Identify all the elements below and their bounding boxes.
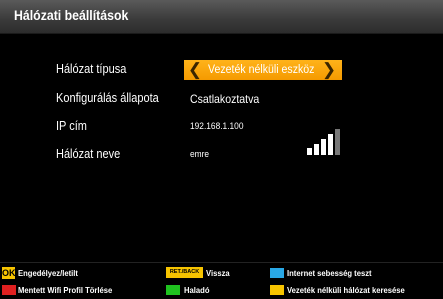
blue-key-icon xyxy=(270,268,284,278)
advanced-hint[interactable]: Haladó xyxy=(184,285,210,295)
red-key-icon xyxy=(2,285,16,295)
internet-speed-test-hint[interactable]: Internet sebesség teszt xyxy=(287,268,372,278)
network-type-label: Hálózat típusa xyxy=(56,62,127,76)
chevron-left-icon[interactable]: ❮ xyxy=(186,60,204,80)
back-hint[interactable]: Vissza xyxy=(206,268,230,278)
yellow-key-icon xyxy=(270,285,284,295)
back-key-icon: RET./BACK xyxy=(166,267,203,278)
network-type-value: Vezeték nélküli eszköz xyxy=(208,64,315,76)
chevron-right-icon[interactable]: ❯ xyxy=(320,60,338,80)
ok-enable-disable-hint[interactable]: Engedélyez/letilt xyxy=(18,268,78,278)
network-name-label: Hálózat neve xyxy=(56,147,121,161)
page-title: Hálózati beállítások xyxy=(14,7,129,23)
config-status-value: Csatlakoztatva xyxy=(190,92,260,106)
delete-saved-wifi-profile-hint[interactable]: Mentett Wifi Profil Törlése xyxy=(18,285,112,295)
network-name-value: emre xyxy=(190,149,210,160)
green-key-icon xyxy=(166,285,180,295)
wifi-signal-strength-icon xyxy=(307,129,341,155)
ok-key-icon: OK xyxy=(2,267,16,279)
header-bar: Hálózati beállítások xyxy=(0,0,443,34)
search-wireless-network-hint[interactable]: Vezeték nélküli hálózat keresése xyxy=(287,285,405,295)
config-status-label: Konfigurálás állapota xyxy=(56,91,159,105)
footer-divider xyxy=(0,262,443,263)
ip-address-value: 192.168.1.100 xyxy=(190,121,244,132)
ip-address-label: IP cím xyxy=(56,119,87,133)
network-type-selector[interactable]: ❮ Vezeték nélküli eszköz ❯ xyxy=(184,60,342,80)
